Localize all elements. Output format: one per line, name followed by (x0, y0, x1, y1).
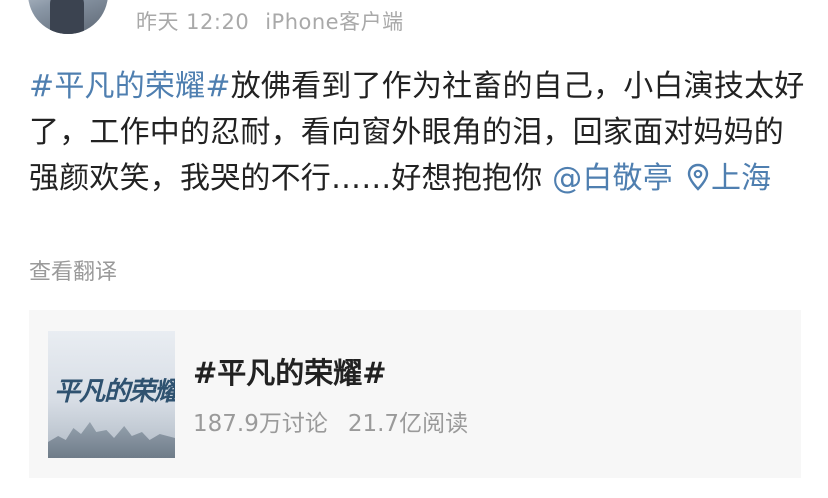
discussion-count: 187.9万讨论 (193, 411, 328, 437)
cover-skyline (48, 422, 175, 458)
topic-card-title: #平凡的荣耀# (193, 356, 387, 390)
post-body: #平凡的荣耀#放佛看到了作为社畜的自己，小白演技太好了，工作中的忍耐，看向窗外眼… (29, 64, 809, 202)
topic-card-stats: 187.9万讨论 21.7亿阅读 (193, 404, 468, 438)
read-count: 21.7亿阅读 (347, 411, 469, 437)
topic-link[interactable]: #平凡的荣耀# (29, 69, 231, 104)
location-link[interactable]: 上海 (687, 161, 771, 196)
topic-cover-image: 平凡的荣耀 (48, 331, 175, 458)
topic-card[interactable]: 平凡的荣耀 #平凡的荣耀# 187.9万讨论 21.7亿阅读 (29, 310, 801, 478)
avatar[interactable] (28, 0, 108, 34)
post-timestamp: 昨天 12:20 (136, 10, 250, 34)
location-pin-icon (687, 163, 709, 191)
post-meta: 昨天 12:20 iPhone客户端 (136, 6, 404, 36)
post-source: iPhone客户端 (265, 10, 404, 34)
translate-link[interactable]: 查看翻译 (29, 254, 117, 286)
location-label: 上海 (710, 161, 772, 196)
cover-logo-text: 平凡的荣耀 (54, 377, 175, 407)
mention-link[interactable]: @白敬亭 (552, 161, 673, 196)
